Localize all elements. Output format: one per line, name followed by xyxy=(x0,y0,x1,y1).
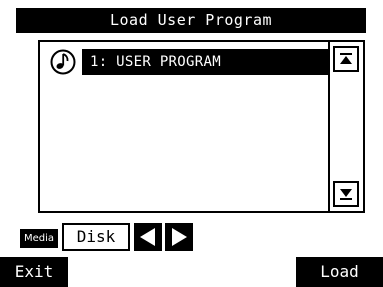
scroll-down-icon xyxy=(340,189,352,200)
media-next-button[interactable] xyxy=(165,223,193,251)
list-item-label: 1: USER PROGRAM xyxy=(82,49,328,75)
arrow-right-icon xyxy=(172,228,187,246)
scroll-down-button[interactable] xyxy=(333,181,359,207)
media-value: Disk xyxy=(62,223,130,251)
scroll-up-icon xyxy=(340,53,352,64)
media-prev-button[interactable] xyxy=(134,223,162,251)
page-title: Load User Program xyxy=(16,8,366,33)
program-list-area: 1: USER PROGRAM xyxy=(40,42,330,211)
exit-button[interactable]: Exit xyxy=(0,257,68,287)
program-list: 1: USER PROGRAM xyxy=(38,40,365,213)
arrow-left-icon xyxy=(140,228,155,246)
scroll-up-button[interactable] xyxy=(333,46,359,72)
load-button[interactable]: Load xyxy=(296,257,383,287)
list-scrollbar[interactable] xyxy=(328,42,363,211)
list-item[interactable]: 1: USER PROGRAM xyxy=(50,49,328,77)
media-tag: Media xyxy=(20,229,58,248)
music-note-icon xyxy=(50,49,76,75)
